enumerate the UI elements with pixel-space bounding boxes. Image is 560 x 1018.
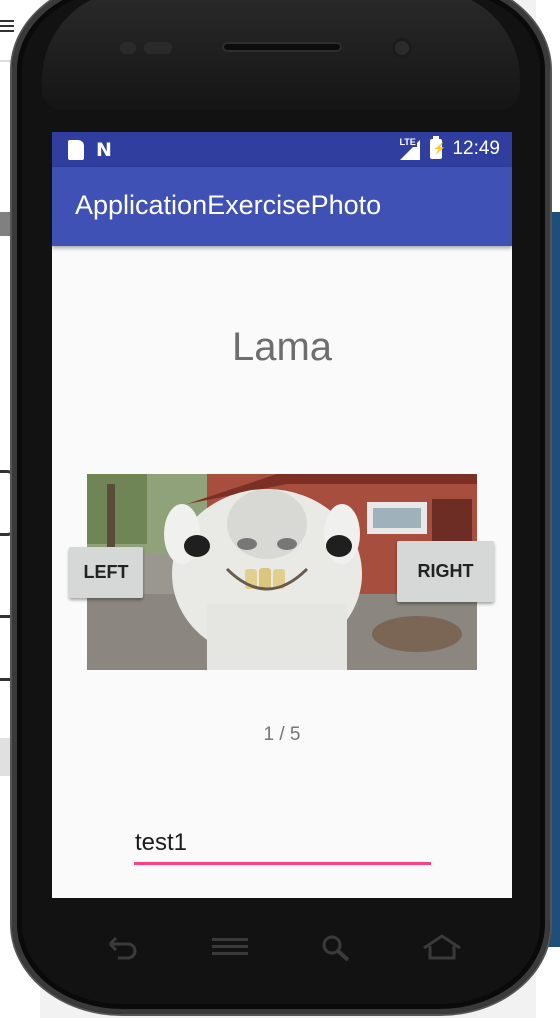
front-camera [392, 38, 412, 58]
left-button[interactable]: LEFT [69, 547, 143, 598]
status-clock: 12:49 [452, 138, 500, 159]
home-icon[interactable] [420, 930, 464, 966]
menu-icon[interactable] [208, 930, 252, 966]
photo-counter: 1 / 5 [263, 724, 301, 745]
phone-bezel-top [42, 0, 520, 110]
app-bar: ApplicationExercisePhoto [52, 167, 512, 246]
proximity-sensor [120, 42, 136, 54]
text-input[interactable] [134, 824, 431, 865]
earpiece-speaker [222, 42, 342, 52]
hamburger-icon [0, 20, 14, 35]
light-sensor [144, 42, 172, 54]
n-notification-icon: N [96, 139, 112, 161]
search-icon[interactable] [316, 930, 360, 966]
app-title: ApplicationExercisePhoto [75, 190, 382, 220]
device-screen: N LTE ⚡ 12:49 ApplicationExercisePhoto L… [52, 132, 512, 898]
photo-name: Lama [231, 325, 333, 369]
back-icon[interactable] [100, 930, 144, 966]
sd-card-icon [68, 140, 84, 160]
right-button[interactable]: RIGHT [397, 541, 494, 602]
lte-signal-icon: LTE [398, 137, 421, 160]
battery-charging-icon: ⚡ [430, 136, 446, 159]
status-bar: N LTE ⚡ 12:49 [52, 132, 512, 167]
